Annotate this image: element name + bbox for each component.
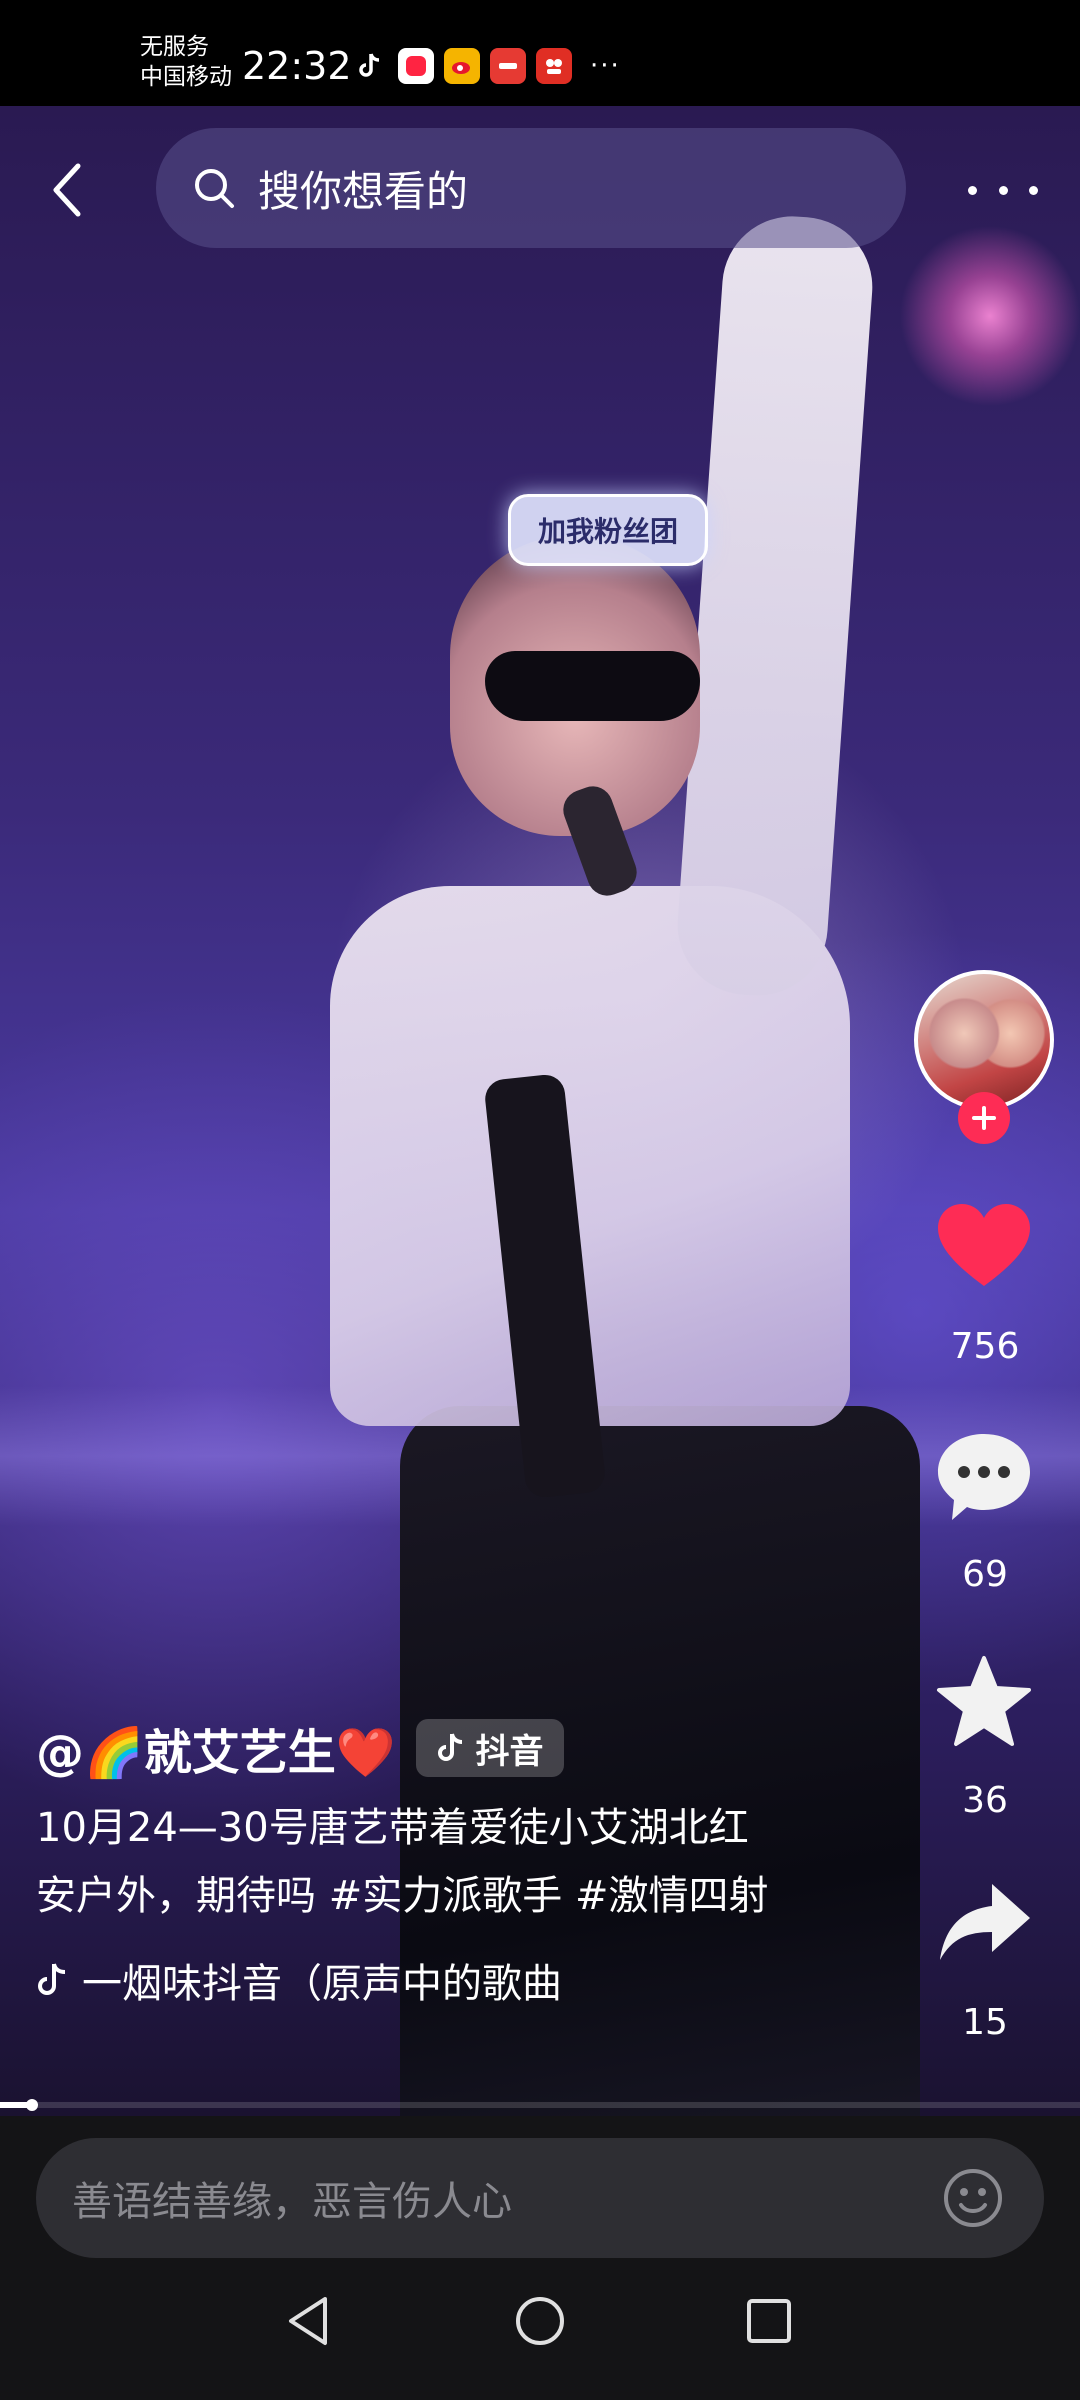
like-button[interactable]	[922, 1200, 1046, 1290]
share-count: 15	[962, 2002, 1008, 2043]
xiaohongshu-icon	[398, 48, 434, 84]
system-navigation-bar	[0, 2240, 1080, 2400]
search-placeholder: 搜你想看的	[258, 166, 469, 216]
circle-home-icon	[516, 2297, 564, 2345]
video-description: 10月24—30号唐艺带着爱徒小艾湖北红安户外，期待吗 #实力派歌手 #激情四射	[36, 1805, 769, 1919]
more-notifications-icon: ···	[590, 51, 621, 81]
like-count: 756	[950, 1326, 1020, 1367]
carrier-line-1: 无服务	[140, 34, 209, 60]
square-recents-icon	[747, 2299, 791, 2343]
comment-button[interactable]	[922, 1428, 1046, 1524]
music-note-icon	[38, 1963, 66, 1995]
comment-count: 69	[962, 1554, 1008, 1595]
follow-button[interactable]	[958, 1092, 1010, 1144]
weibo-icon	[444, 48, 480, 84]
search-bar[interactable]: 搜你想看的	[156, 128, 906, 248]
pinduoduo-icon	[536, 48, 572, 84]
favorite-button[interactable]	[922, 1654, 1046, 1750]
video-caption: @🌈就艾艺生❤️ 抖音 10月24—30号唐艺带着爱徒小艾湖北红安户外，期待吗 …	[36, 1712, 896, 2008]
platform-badge: 抖音	[415, 1719, 564, 1777]
share-button[interactable]	[922, 1878, 1046, 1968]
heart-icon	[938, 1204, 1030, 1286]
emoji-icon[interactable]	[942, 2167, 1004, 2229]
video-progress-bar[interactable]	[0, 2099, 1080, 2111]
chevron-left-icon	[53, 163, 81, 217]
platform-badge-label: 抖音	[475, 1731, 544, 1772]
more-dot-icon	[968, 185, 977, 195]
more-dot-icon	[998, 185, 1008, 195]
back-button[interactable]	[38, 152, 98, 228]
performer-sunglasses	[485, 651, 700, 721]
tiktok-icon	[437, 1733, 462, 1761]
comment-placeholder: 善语结善缘，恶言伤人心	[72, 2179, 512, 2225]
tiktok-icon	[352, 48, 388, 84]
notification-icons: ···	[352, 46, 621, 86]
star-icon	[937, 1656, 1031, 1746]
author-name[interactable]: @🌈就艾艺生❤️	[36, 1713, 396, 1783]
music-row[interactable]: 一烟味抖音（原声中的歌曲	[36, 1952, 896, 2008]
fan-club-sign: 加我粉丝团	[508, 494, 708, 566]
nav-home-button[interactable]	[495, 2276, 585, 2366]
huawei-icon	[490, 48, 526, 84]
plus-icon	[972, 1106, 996, 1130]
music-title: 一烟味抖音（原声中的歌曲	[82, 1961, 562, 2007]
comment-bubble-icon	[938, 1434, 1030, 1520]
carrier-line-2: 中国移动	[140, 64, 232, 90]
favorite-count: 36	[962, 1780, 1008, 1821]
status-bar: 无服务 中国移动 22:32 ···	[0, 0, 1080, 106]
status-time: 22:32	[242, 44, 352, 88]
carrier-info: 无服务 中国移动	[140, 32, 232, 92]
share-arrow-icon	[940, 1884, 1030, 1960]
search-icon	[195, 169, 234, 208]
nav-back-button[interactable]	[264, 2276, 354, 2366]
triangle-back-icon	[289, 2297, 327, 2345]
more-dot-icon	[1029, 185, 1038, 195]
author-row: @🌈就艾艺生❤️ 抖音	[36, 1712, 896, 1784]
performer-raised-arm	[672, 211, 878, 1001]
nav-recents-button[interactable]	[724, 2276, 814, 2366]
author-avatar[interactable]	[914, 970, 1054, 1110]
more-options-button[interactable]	[968, 170, 1038, 210]
